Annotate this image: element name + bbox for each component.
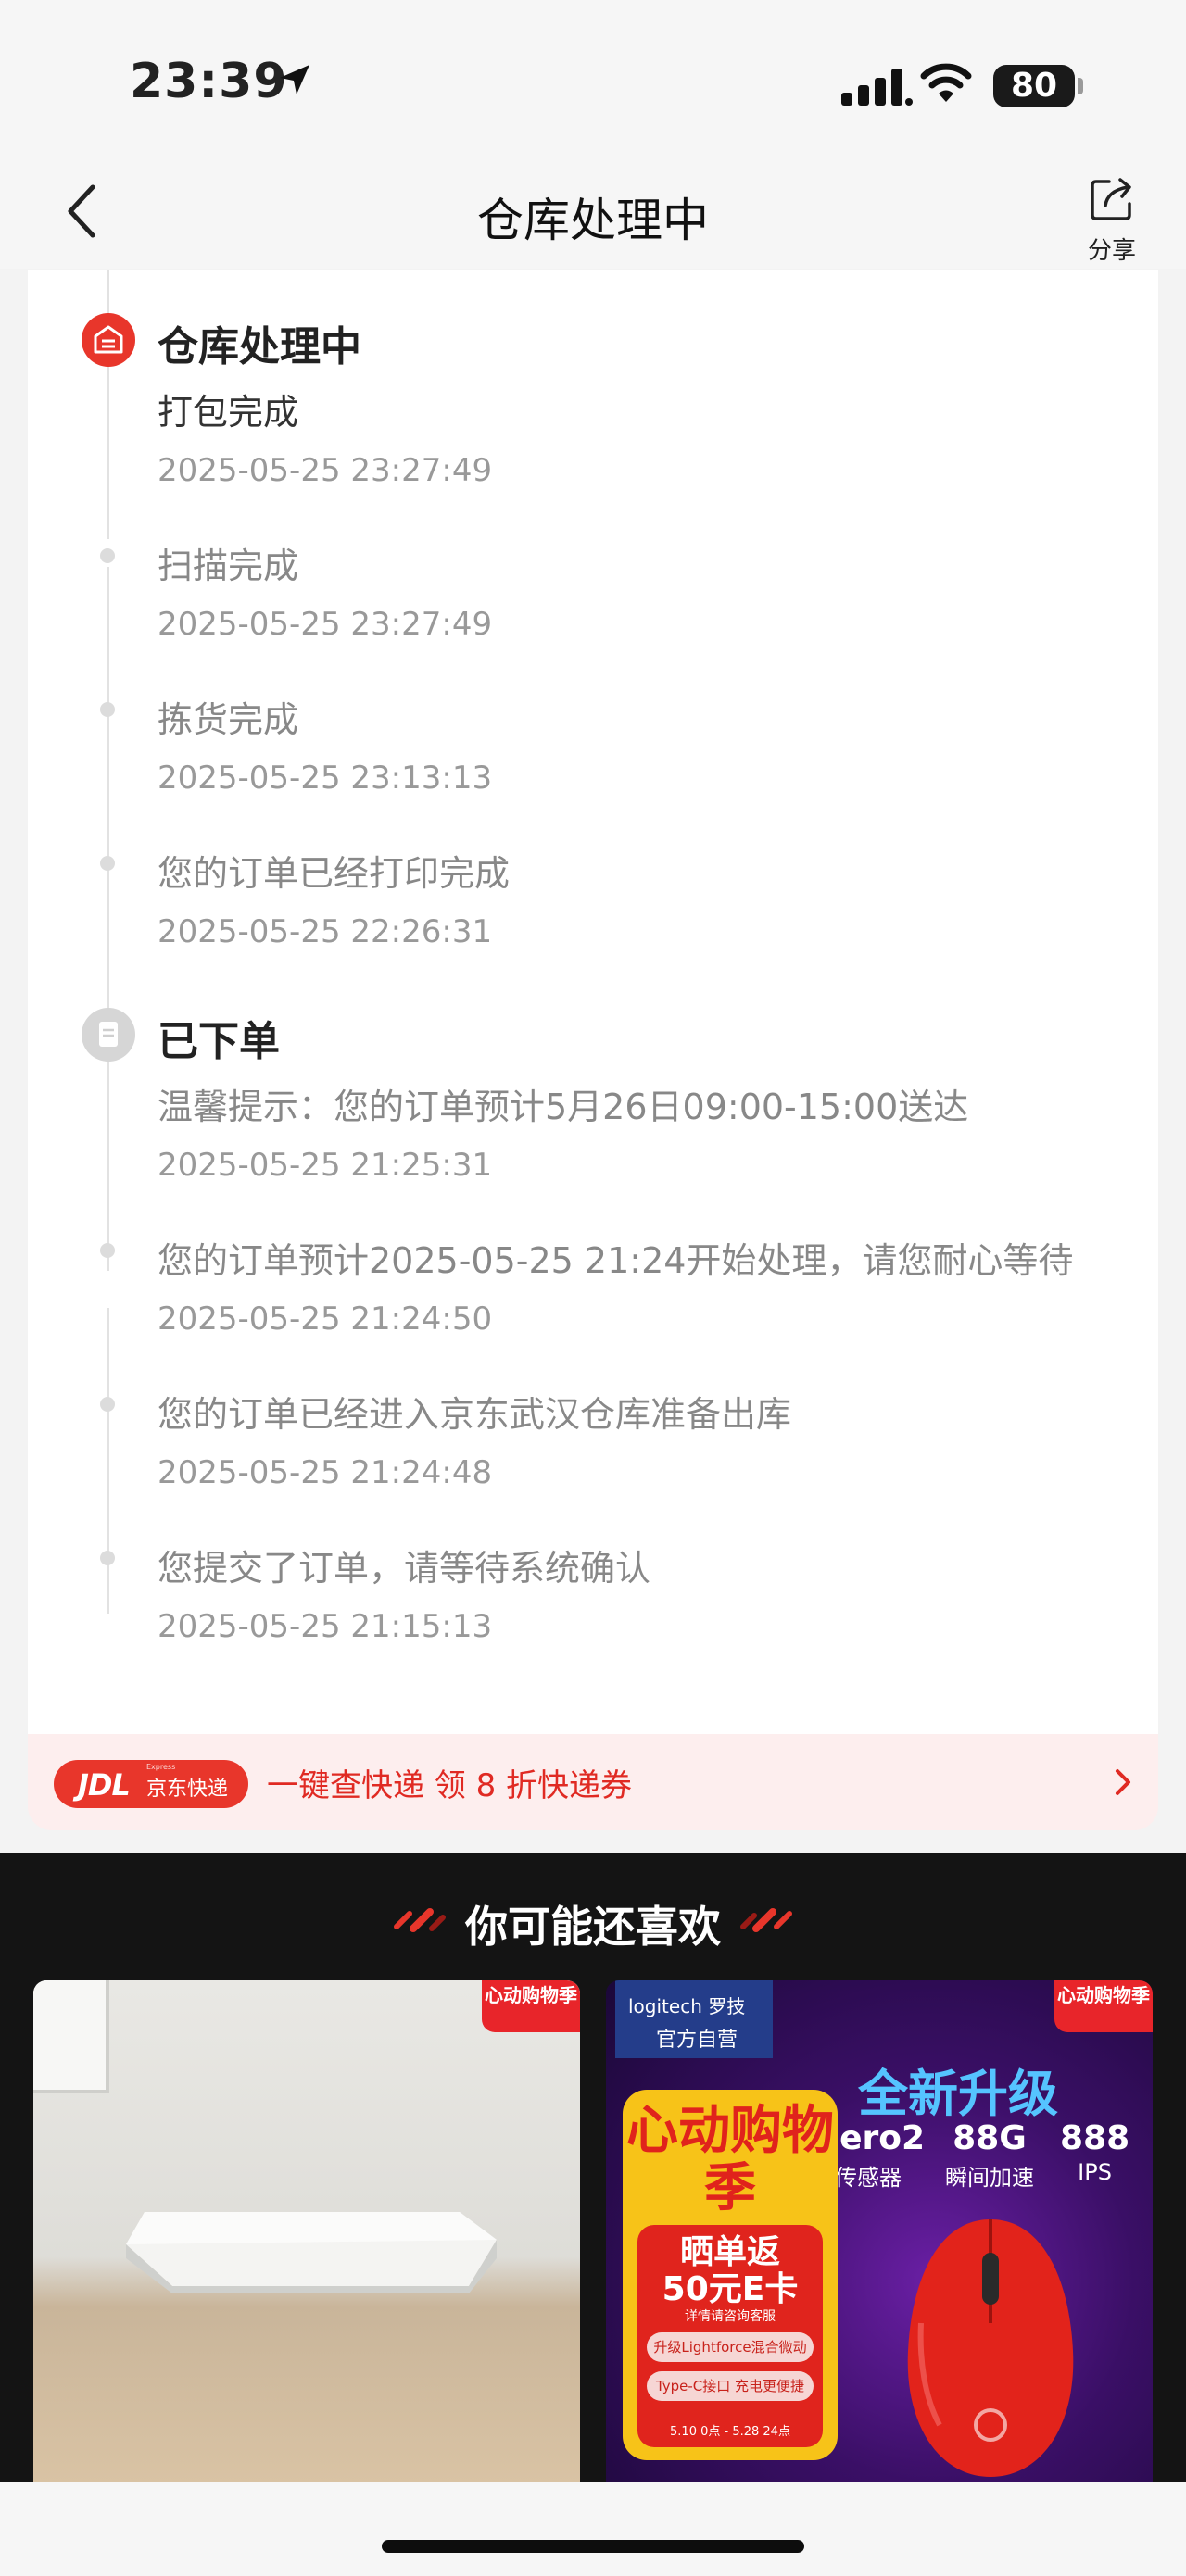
event-time: 2025-05-25 23:27:49 [158, 606, 493, 643]
spec-ips: 888 IPS [1060, 2119, 1129, 2185]
jdl-logo-small: Express [146, 1763, 176, 1771]
promo-tag: 心动购物季 [482, 1980, 580, 2032]
timeline-dot [100, 548, 115, 563]
event-text: 您提交了订单，请等待系统确认 [158, 1548, 651, 1589]
event-time: 2025-05-25 21:24:50 [158, 1301, 493, 1338]
timeline-line [107, 270, 109, 539]
event-time: 2025-05-25 23:13:13 [158, 760, 493, 797]
promo-title: 心动购物季 [626, 2101, 834, 2218]
home-indicator-area [0, 2482, 1186, 2576]
battery-indicator: 80 [993, 65, 1075, 107]
mouse-image [907, 2219, 1074, 2477]
brand-name: logitech 罗技 [628, 1995, 746, 2017]
page-title: 仓库处理中 [477, 194, 709, 247]
status-time: 23:39 [130, 54, 288, 109]
product-headline: 全新升级 [858, 2065, 1058, 2123]
share-button[interactable]: 分享 [1075, 167, 1149, 265]
recommendations-section: 你可能还喜欢 心动购物季 logitech 罗技 官方自营 心动购物季 全新升级… [0, 1853, 1186, 2482]
promo-offer-line: 晒单返 50元E卡 [637, 2234, 823, 2308]
spec-value: 88G [953, 2119, 1027, 2157]
store-type: 官方自营 [656, 2029, 738, 2052]
event-text: 您的订单已经进入京东武汉仓库准备出库 [158, 1394, 792, 1435]
promo-pill: 升级Lightforce混合微动 [647, 2332, 814, 2362]
timeline-dot [100, 1551, 115, 1565]
event-time: 2025-05-25 22:26:31 [158, 913, 493, 950]
home-indicator[interactable] [382, 2540, 804, 2553]
share-icon [1091, 178, 1131, 220]
logitech-store-badge: logitech 罗技 官方自营 [615, 1980, 773, 2058]
battery-tip [1078, 78, 1083, 94]
status-group-title: 仓库处理中 [158, 323, 361, 371]
event-text: 温馨提示：您的订单预计5月26日09:00-15:00送达 [158, 1087, 969, 1127]
event-time: 2025-05-25 21:25:31 [158, 1147, 493, 1184]
promo-panel: 心动购物季 晒单返 50元E卡 详情请咨询客服 升级Lightforce混合微动… [623, 2090, 838, 2460]
order-document-icon [82, 1008, 135, 1062]
timeline-dot [100, 856, 115, 871]
share-label: 分享 [1087, 237, 1136, 265]
location-arrow-icon [280, 65, 309, 94]
jdl-express-logo: JDL Express 京东快递 [54, 1760, 248, 1808]
tracking-timeline-card: 仓库处理中 打包完成 2025-05-25 23:27:49 扫描完成 2025… [28, 270, 1158, 1734]
product-card-logitech-mouse[interactable]: logitech 罗技 官方自营 心动购物季 全新升级 Hero2 传感器 88… [606, 1980, 1153, 2482]
recommend-title: 你可能还喜欢 [465, 1902, 721, 1952]
wifi-icon [920, 63, 972, 102]
promo-dates: 5.10 0点 - 5.28 24点 [670, 2425, 790, 2439]
battery-level: 80 [1010, 67, 1058, 105]
title-decoration-icon [740, 1908, 792, 1932]
promo-tag: 心动购物季 [1054, 1980, 1153, 2032]
timeline-dot [100, 702, 115, 717]
warehouse-icon [82, 313, 135, 367]
event-text: 扫描完成 [158, 546, 299, 586]
cellular-signal-icon [841, 69, 913, 106]
express-coupon-text: 一键查快递 领 8 折快递券 [267, 1767, 633, 1804]
product-card-mattress[interactable]: 心动购物季 [33, 1980, 580, 2482]
event-text: 打包完成 [158, 392, 299, 433]
jd-express-banner[interactable]: JDL Express 京东快递 一键查快递 领 8 折快递券 [28, 1734, 1158, 1830]
event-time: 2025-05-25 21:15:13 [158, 1608, 493, 1645]
promo-offer-line2: 50元E卡 [662, 2270, 799, 2308]
promo-note: 详情请咨询客服 [685, 2309, 776, 2324]
promo-offer: 晒单返 50元E卡 详情请咨询客服 升级Lightforce混合微动 Type-… [637, 2225, 823, 2447]
spec-label: 瞬间加速 [945, 2165, 1034, 2191]
timeline-dot [100, 1397, 115, 1412]
spec-acceleration: 88G 瞬间加速 [945, 2119, 1034, 2192]
event-text: 您的订单预计2025-05-25 21:24开始处理，请您耐心等待 [158, 1240, 1074, 1281]
event-text: 您的订单已经打印完成 [158, 853, 511, 894]
event-time: 2025-05-25 21:24:48 [158, 1454, 493, 1491]
nav-bar: 仓库处理中 分享 [0, 157, 1186, 269]
spec-value: 888 [1060, 2119, 1130, 2157]
status-bar: 23:39 80 [0, 0, 1186, 157]
timeline-line [107, 567, 109, 1271]
status-group-title: 已下单 [158, 1018, 280, 1065]
event-text: 拣货完成 [158, 699, 299, 740]
jdl-logo-label: 京东快递 [146, 1778, 229, 1801]
timeline-line [107, 1308, 109, 1614]
chevron-right-icon [1116, 1769, 1130, 1795]
timeline-dot [100, 1243, 115, 1258]
spec-label: IPS [1078, 2159, 1112, 2185]
event-time: 2025-05-25 23:27:49 [158, 452, 493, 489]
promo-offer-line1: 晒单返 [679, 2233, 780, 2271]
jdl-logo-text: JDL [78, 1767, 131, 1803]
room-window [33, 1980, 109, 2093]
promo-pill: Type-C接口 充电更便捷 [647, 2371, 814, 2401]
mattress-image [126, 2212, 497, 2293]
